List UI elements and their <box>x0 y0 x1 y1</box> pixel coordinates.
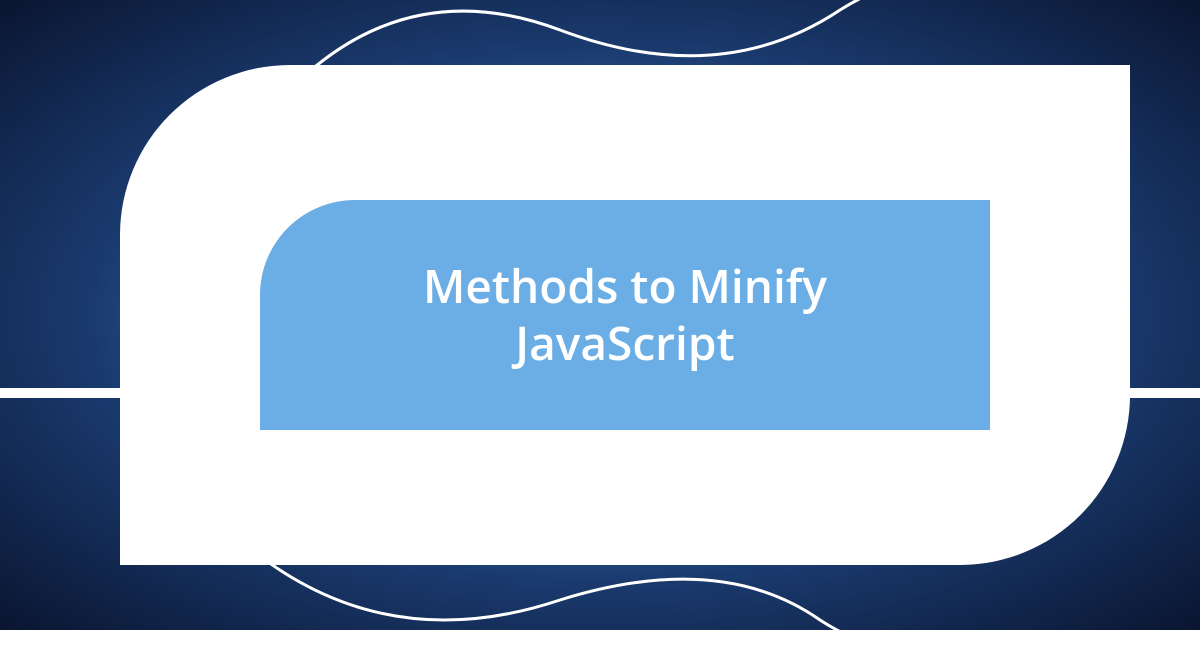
horizontal-accent-right <box>1130 388 1200 398</box>
inner-card-shape: Methods to Minify JavaScript <box>260 200 990 430</box>
horizontal-accent-left <box>0 388 120 398</box>
page-title: Methods to Minify JavaScript <box>320 258 930 373</box>
